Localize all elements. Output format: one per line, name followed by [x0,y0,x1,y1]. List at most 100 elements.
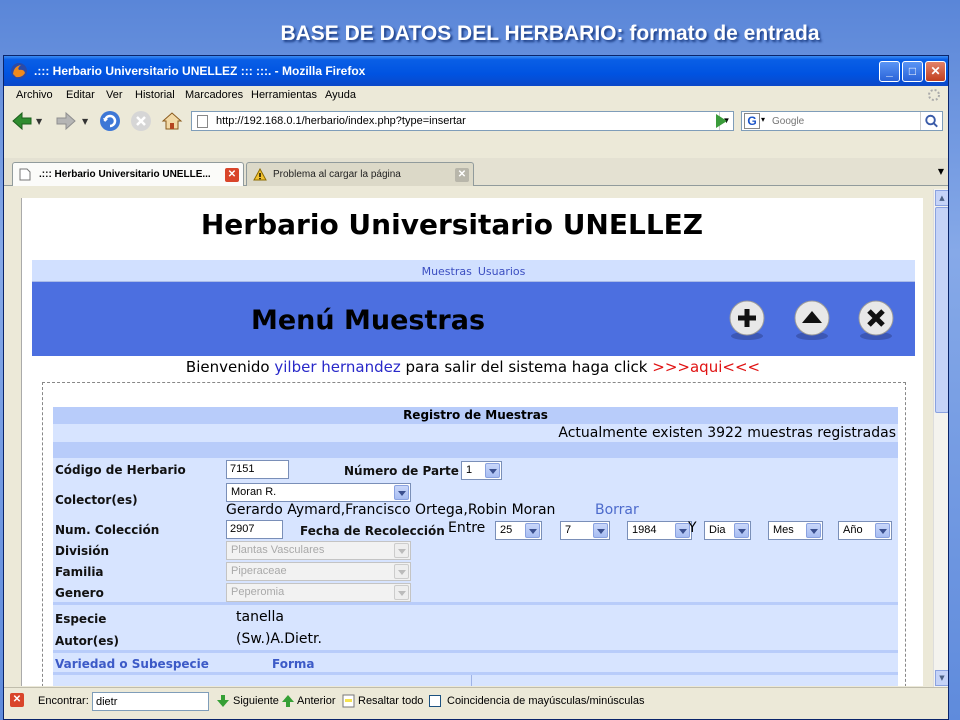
mes-desde-value: 7 [565,524,572,536]
highlight-icon[interactable] [342,694,355,708]
find-input[interactable] [92,692,209,711]
minimize-button[interactable]: _ [879,61,900,82]
close-tab-icon[interactable]: ✕ [455,168,469,182]
familia-value: Piperaceae [231,565,287,577]
parte-select[interactable]: 1 [461,461,502,480]
menu-ayuda[interactable]: Ayuda [325,89,356,101]
vertical-scrollbar[interactable]: ▲ ▼ [933,189,948,687]
close-tab-icon[interactable]: ✕ [225,168,239,182]
dia-desde-select[interactable]: 25 [495,521,542,540]
find-prev-button[interactable]: Anterior [297,695,336,707]
menu-editar[interactable]: Editar [66,89,95,101]
dia-desde-value: 25 [500,524,513,536]
search-input[interactable] [772,114,917,128]
maximize-button[interactable]: □ [902,61,923,82]
familia-select: Piperaceae [226,562,411,581]
num-coleccion-input[interactable]: 2907 [226,520,283,539]
plus-icon[interactable] [726,299,768,341]
url-bar[interactable]: http://192.168.0.1/herbario/index.php?ty… [191,111,734,131]
logout-link[interactable]: >>>aqui<<< [652,358,760,376]
division-select: Plantas Vasculares [226,541,411,560]
find-bar: ✕ Encontrar: Siguiente Anterior Resaltar… [4,687,948,715]
chevron-down-icon [394,564,409,579]
mes-desde-select[interactable]: 7 [560,521,610,540]
menu-band: Menú Muestras [32,282,915,356]
magnifier-icon[interactable] [920,112,942,130]
menu-historial[interactable]: Historial [135,89,175,101]
status-bar [4,715,948,719]
mes-hasta-value: Mes [773,524,794,536]
y-label: Y [688,520,697,536]
dia-hasta-value: Dia [709,524,726,536]
google-engine-icon[interactable]: G [744,113,760,129]
reload-icon[interactable] [98,109,122,133]
back-history-dropdown[interactable]: ▼ [36,117,42,126]
search-engine-dropdown[interactable]: ▾ [761,115,765,124]
chevron-down-icon [734,523,749,538]
anio-desde-select[interactable]: 1984 [627,521,692,540]
genero-select: Peperomia [226,583,411,602]
chevron-down-icon [806,523,821,538]
search-box[interactable]: G ▾ [741,111,943,131]
menu-archivo[interactable]: Archivo [16,89,53,101]
go-arrow-icon[interactable] [711,111,731,131]
colector-select[interactable]: Moran R. [226,483,411,502]
match-case-label: Coincidencia de mayúsculas/minúsculas [447,695,645,707]
stop-icon[interactable] [129,109,153,133]
back-arrow-icon[interactable] [10,109,34,133]
up-arrow-icon[interactable] [281,694,295,708]
forward-history-dropdown[interactable]: ▼ [82,117,88,126]
codigo-label: Código de Herbario [55,463,186,477]
x-icon[interactable] [855,299,897,341]
codigo-input[interactable]: 7151 [226,460,289,479]
window-titlebar[interactable]: .::: Herbario Universitario UNELLEZ ::: … [4,56,948,86]
dia-hasta-select[interactable]: Dia [704,521,751,540]
up-arrow-icon[interactable] [791,299,833,341]
down-arrow-icon[interactable] [216,694,230,708]
forward-arrow-icon[interactable] [54,109,78,133]
tab-list-dropdown[interactable]: ▼ [938,167,944,176]
menu-marcadores[interactable]: Marcadores [185,89,243,101]
separator-band [53,442,898,458]
tab-strip: .::: Herbario Universitario UNELLE... ✕ … [4,158,948,186]
anio-desde-value: 1984 [632,524,657,536]
url-text[interactable]: http://192.168.0.1/herbario/index.php?ty… [216,115,466,127]
entre-label: Entre [448,520,486,536]
colector-label: Colector(es) [55,493,138,507]
parte-value: 1 [466,464,473,476]
warning-icon [253,168,267,181]
close-window-button[interactable]: ✕ [925,61,946,82]
page-icon [197,115,208,128]
fecha-label: Fecha de Recolección [300,524,445,538]
mes-hasta-select[interactable]: Mes [768,521,823,540]
close-find-icon[interactable]: ✕ [10,693,24,707]
chevron-down-icon [593,523,608,538]
colectores-list: Gerardo Aymard,Francisco Ortega,Robin Mo… [226,502,556,518]
species-band [53,605,898,650]
navigation-toolbar: ▼ ▼ http://192.168.0.1/herbario/index.ph… [4,106,948,136]
home-icon[interactable] [160,109,184,133]
nav-muestras[interactable]: Muestras [422,265,472,278]
form-title-band: Registro de Muestras [53,407,898,424]
scroll-down-icon[interactable]: ▼ [935,670,948,686]
match-case-checkbox[interactable] [429,695,441,707]
page-content: Herbario Universitario UNELLEZ Muestras U… [21,198,923,686]
scroll-thumb[interactable] [935,207,948,413]
highlight-all-button[interactable]: Resaltar todo [358,695,423,707]
especie-label: Especie [55,612,107,626]
scroll-up-icon[interactable]: ▲ [935,190,948,206]
anio-hasta-select[interactable]: Año [838,521,892,540]
tab-problema[interactable]: Problema al cargar la página ✕ [246,162,474,186]
nav-usuarios[interactable]: Usuarios [478,265,526,278]
chevron-down-icon [394,585,409,600]
familia-label: Familia [55,565,104,579]
find-next-button[interactable]: Siguiente [233,695,279,707]
borrar-link[interactable]: Borrar [595,502,639,518]
autor-label: Autor(es) [55,634,119,648]
genero-label: Genero [55,586,104,600]
menu-ver[interactable]: Ver [106,89,123,101]
menu-herramientas[interactable]: Herramientas [251,89,317,101]
parte-label: Número de Parte [344,464,459,478]
tab-herbario[interactable]: .::: Herbario Universitario UNELLE... ✕ [12,162,244,186]
nav-strip: Muestras Usuarios [32,260,915,282]
